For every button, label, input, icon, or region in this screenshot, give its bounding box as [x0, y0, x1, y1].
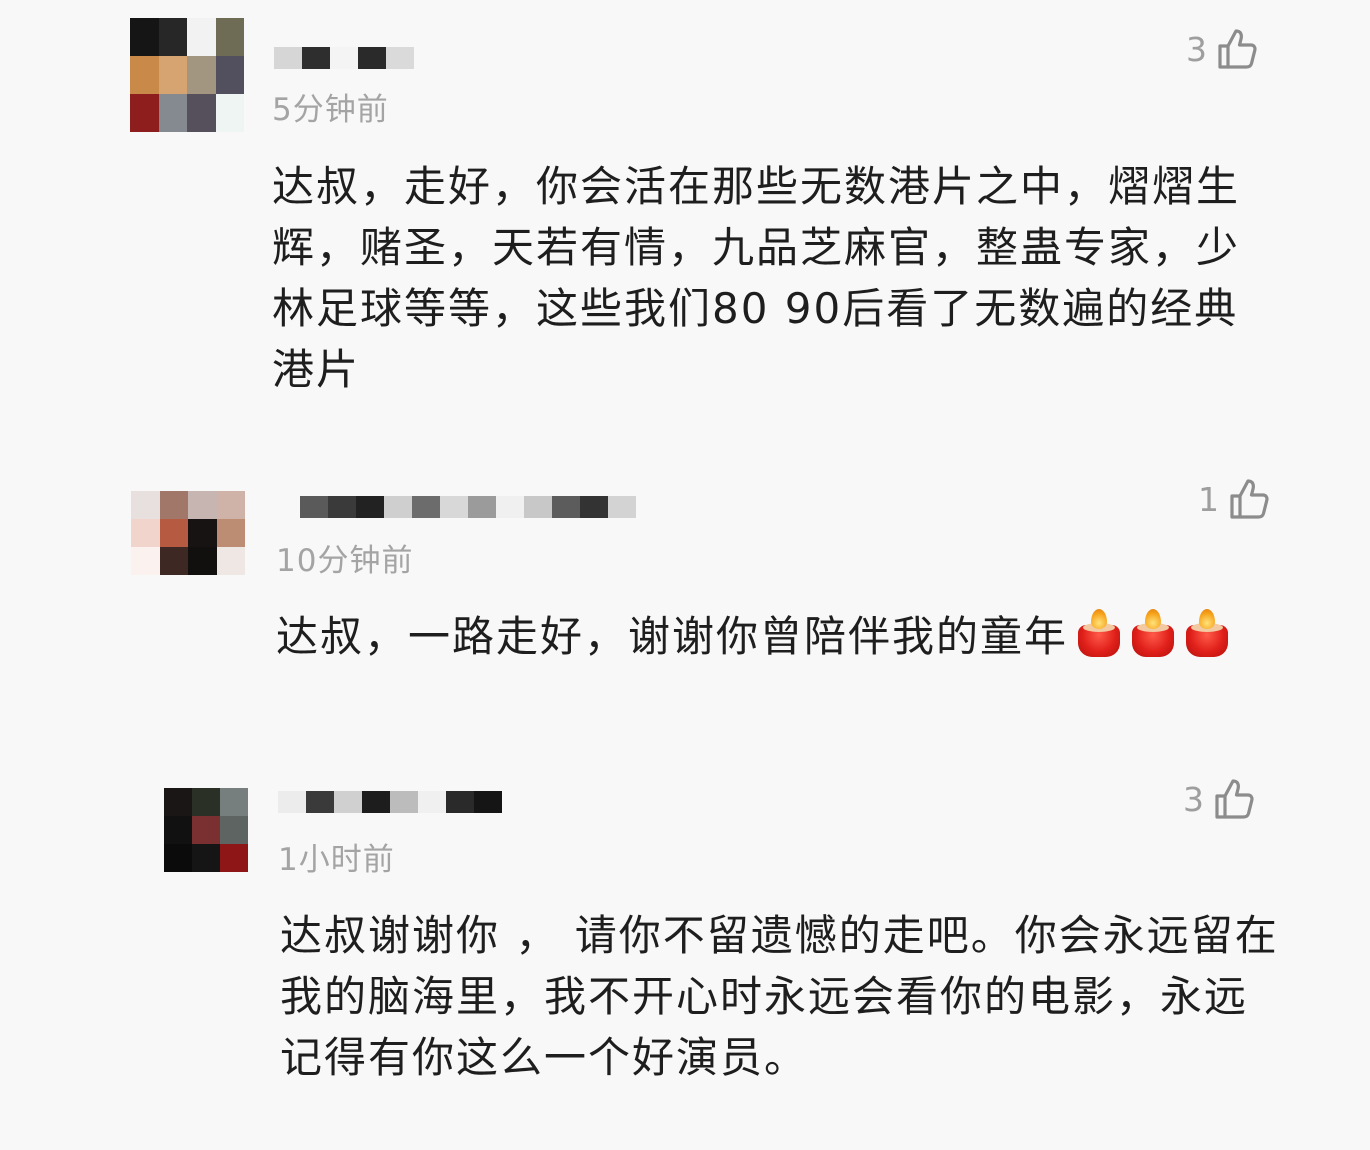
username-pixel [496, 496, 524, 518]
username-pixel [524, 496, 552, 518]
avatar-pixel [187, 18, 216, 56]
comment-text-row: 达叔，一路走好，谢谢你曾陪伴我的童年 [276, 606, 1326, 667]
username-pixel [608, 496, 636, 518]
username-pixel [412, 496, 440, 518]
avatar-pixel [215, 94, 244, 132]
avatar-pixel [216, 491, 245, 519]
avatar-pixel [188, 491, 217, 519]
username-pixel [306, 791, 334, 813]
thumbs-up-icon [1229, 478, 1269, 520]
like-button[interactable]: 1 [1198, 478, 1269, 520]
comment-text: 达叔，一路走好，谢谢你曾陪伴我的童年 [276, 612, 1069, 661]
username-pixel [356, 496, 384, 518]
avatar-pixel [215, 56, 244, 94]
avatar-pixel [130, 18, 159, 56]
username-pixel [328, 496, 356, 518]
username-pixel [474, 791, 502, 813]
candle-icon [1186, 609, 1229, 657]
avatar-pixel [158, 94, 187, 132]
avatar[interactable] [164, 788, 248, 872]
avatar-pixel [130, 94, 159, 132]
avatar-pixel [131, 519, 160, 547]
like-button[interactable]: 3 [1183, 778, 1254, 820]
username-pixel [384, 496, 412, 518]
avatar-pixel [164, 816, 192, 844]
avatar-pixel [220, 816, 248, 844]
username-pixel [468, 496, 496, 518]
username-pixel [362, 791, 390, 813]
avatar-pixel [192, 816, 220, 844]
candle-emoji-group [1078, 609, 1229, 657]
candle-icon [1132, 609, 1175, 657]
username-pixel [386, 47, 414, 69]
thumbs-up-icon [1214, 778, 1254, 820]
avatar-pixel [158, 18, 187, 56]
username-pixel [552, 496, 580, 518]
avatar-pixel [192, 844, 220, 872]
username-blurred[interactable] [274, 44, 414, 72]
username-blurred[interactable] [300, 493, 636, 521]
avatar-pixel [192, 788, 220, 816]
avatar-pixel [131, 491, 160, 519]
avatar-pixel [188, 519, 217, 547]
username-pixel [418, 791, 446, 813]
avatar[interactable] [130, 18, 244, 132]
avatar-pixel [159, 491, 188, 519]
candle-icon [1078, 609, 1121, 657]
username-pixel [330, 47, 358, 69]
username-pixel [274, 47, 302, 69]
comment-time: 10分钟前 [276, 543, 414, 579]
username-pixel [334, 791, 362, 813]
avatar-pixel [187, 56, 216, 94]
thumbs-up-icon [1217, 28, 1257, 70]
comment-text: 达叔，走好，你会活在那些无数港片之中，熠熠生辉，赌圣，天若有情，九品芝麻官，整蛊… [272, 162, 1241, 394]
avatar-pixel [158, 56, 187, 94]
username-pixel [390, 791, 418, 813]
avatar-pixel [220, 844, 248, 872]
avatar-pixel [220, 788, 248, 816]
comment-time: 1小时前 [278, 842, 395, 878]
username-pixel [278, 791, 306, 813]
username-pixel [300, 496, 328, 518]
avatar-pixel [164, 788, 192, 816]
like-count: 1 [1198, 479, 1219, 519]
like-count: 3 [1186, 29, 1207, 69]
avatar-pixel [187, 94, 216, 132]
avatar-pixel [164, 844, 192, 872]
username-pixel [446, 791, 474, 813]
username-pixel [580, 496, 608, 518]
like-button[interactable]: 3 [1186, 28, 1257, 70]
avatar-pixel [159, 547, 188, 575]
avatar-pixel [131, 547, 160, 575]
avatar-pixel [159, 519, 188, 547]
username-pixel [358, 47, 386, 69]
comment-text: 达叔谢谢你 ， 请你不留遗憾的走吧。你会永远留在我的脑海里，我不开心时永远会看你… [280, 911, 1279, 1082]
username-pixel [440, 496, 468, 518]
username-blurred[interactable] [278, 788, 502, 816]
avatar-pixel [130, 56, 159, 94]
avatar-pixel [188, 547, 217, 575]
avatar-pixel [215, 18, 244, 56]
avatar[interactable] [131, 491, 245, 575]
username-pixel [302, 47, 330, 69]
avatar-pixel [216, 547, 245, 575]
like-count: 3 [1183, 779, 1204, 819]
avatar-pixel [216, 519, 245, 547]
comment-time: 5分钟前 [272, 92, 389, 128]
